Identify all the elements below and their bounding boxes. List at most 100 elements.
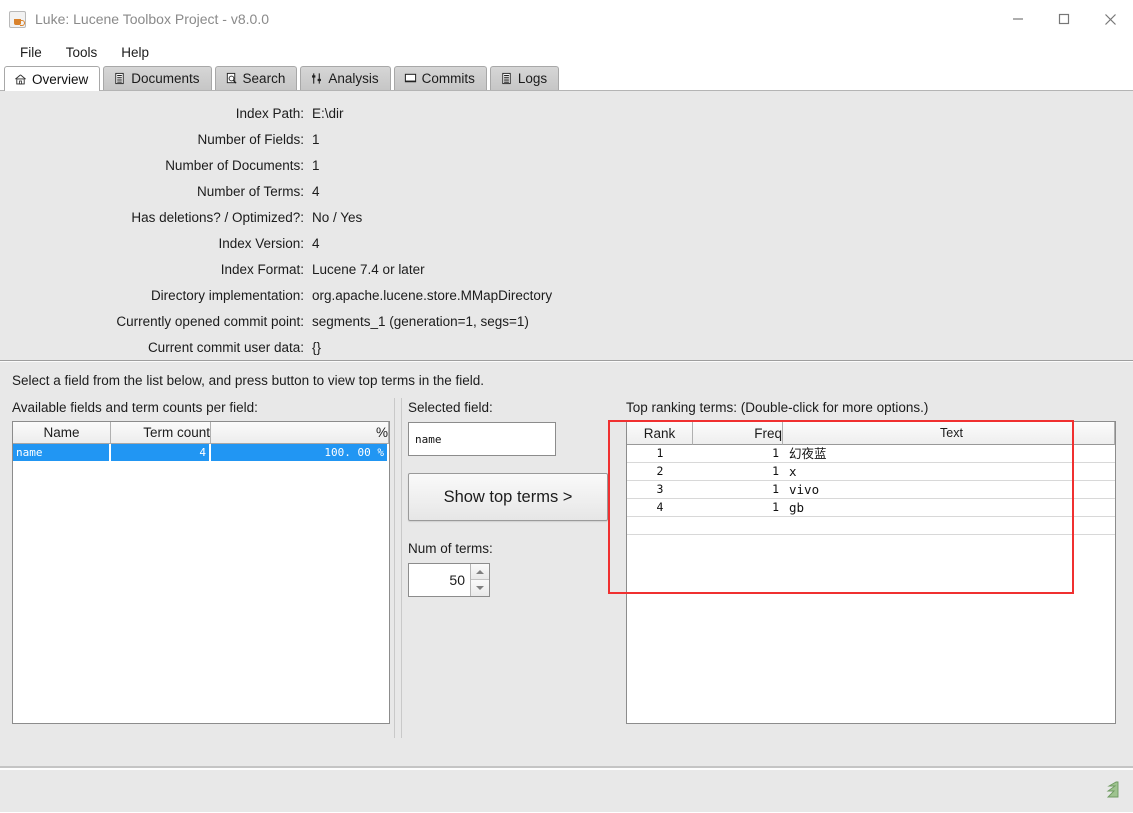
maximize-button[interactable] [1041, 0, 1087, 38]
info-row: Index Format: Lucene 7.4 or later [0, 256, 1133, 282]
cell-text: gb [789, 500, 805, 515]
table-row[interactable]: 4 1 gb [627, 499, 1115, 517]
caret-down-icon [476, 586, 484, 590]
stepper-buttons [470, 564, 489, 596]
window-controls [995, 0, 1133, 38]
top-terms-section: Top ranking terms: (Double-click for mor… [626, 400, 1116, 724]
close-button[interactable] [1087, 0, 1133, 38]
available-fields-section: Available fields and term counts per fie… [12, 400, 390, 724]
info-row: Currently opened commit point: segments_… [0, 308, 1133, 334]
cell-freq: 1 [772, 464, 779, 478]
tab-logs[interactable]: Logs [489, 66, 560, 90]
cell-freq: 1 [772, 482, 779, 496]
selected-field-input[interactable]: name [408, 422, 556, 456]
document-icon [115, 72, 124, 85]
terms-table-header: Rank Freq Text [627, 422, 1115, 445]
info-row: Number of Documents: 1 [0, 152, 1133, 178]
column-header-name[interactable]: Name [13, 422, 111, 444]
fields-table[interactable]: Name Term count % name 4 100. 00 % [12, 421, 390, 724]
selected-field-label: Selected field: [408, 400, 493, 415]
column-header-text[interactable]: Text [783, 422, 1115, 445]
cell-percent: 100. 00 % [211, 444, 389, 461]
cell-rank: 1 [656, 446, 664, 460]
num-of-terms-label: Num of terms: [408, 541, 493, 556]
home-icon [15, 74, 26, 84]
info-value: No / Yes [312, 209, 363, 225]
tab-documents[interactable]: Documents [103, 66, 212, 90]
info-value: 1 [312, 157, 320, 173]
tab-overview[interactable]: Overview [4, 66, 101, 91]
resize-grip-icon[interactable] [1105, 780, 1123, 800]
cell-text: 幻夜蓝 [789, 446, 827, 461]
title-bar: Luke: Lucene Toolbox Project - v8.0.0 [0, 0, 1133, 38]
info-value: Lucene 7.4 or later [312, 261, 425, 277]
cell-text: x [789, 464, 797, 479]
column-header-freq[interactable]: Freq [693, 422, 783, 445]
num-of-terms-value[interactable]: 50 [409, 564, 470, 596]
instruction-text: Select a field from the list below, and … [12, 373, 484, 388]
cell-freq: 1 [772, 500, 779, 514]
menu-help[interactable]: Help [111, 41, 159, 64]
stepper-down-button[interactable] [471, 580, 489, 596]
column-header-term-count[interactable]: Term count [111, 422, 211, 444]
info-label: Directory implementation: [150, 287, 304, 303]
info-label: Index Path: [235, 105, 304, 121]
info-row: Index Path: E:\dir [0, 100, 1133, 126]
table-row[interactable]: name 4 100. 00 % [13, 444, 389, 461]
tab-logs-label: Logs [517, 71, 548, 86]
info-row: Number of Fields: 1 [0, 126, 1133, 152]
search-doc-icon [226, 72, 237, 84]
info-label: Currently opened commit point: [116, 313, 304, 329]
terms-table[interactable]: Rank Freq Text 1 1 幻夜蓝 2 1 x 3 1 vivo 4 … [626, 421, 1116, 724]
num-of-terms-stepper[interactable]: 50 [408, 563, 490, 597]
tab-commits[interactable]: Commits [393, 66, 487, 90]
info-value: {} [312, 339, 322, 355]
tab-search[interactable]: Search [214, 66, 298, 90]
menu-file[interactable]: File [10, 41, 52, 64]
tab-overview-label: Overview [32, 71, 89, 87]
cell-field-name: name [13, 444, 111, 461]
menu-bar: File Tools Help [0, 38, 1133, 66]
table-row[interactable]: 3 1 vivo [627, 481, 1115, 499]
info-value: E:\dir [312, 105, 344, 121]
caret-up-icon [476, 569, 484, 574]
info-label: Number of Fields: [197, 131, 304, 147]
info-row: Number of Terms: 4 [0, 178, 1133, 204]
table-row[interactable]: 2 1 x [627, 463, 1115, 481]
java-app-icon [9, 10, 26, 28]
show-top-terms-button[interactable]: Show top terms > [408, 473, 608, 521]
info-value: org.apache.lucene.store.MMapDirectory [312, 287, 553, 303]
tab-analysis[interactable]: Analysis [300, 66, 391, 90]
vertical-splitter[interactable] [394, 398, 402, 738]
minimize-button[interactable] [995, 0, 1041, 38]
monitor-icon [404, 73, 416, 83]
info-value: segments_1 (generation=1, segs=1) [312, 313, 529, 329]
table-row[interactable]: 1 1 幻夜蓝 [627, 445, 1115, 463]
top-terms-label: Top ranking terms: (Double-click for mor… [626, 400, 929, 415]
logs-icon [502, 72, 511, 85]
column-header-percent[interactable]: % [211, 422, 389, 444]
fields-and-terms-panel: Select a field from the list below, and … [0, 361, 1133, 766]
info-label: Number of Terms: [196, 183, 304, 199]
table-row-empty [627, 517, 1115, 535]
tab-commits-label: Commits [421, 71, 475, 86]
selected-field-section: Selected field: name Show top terms > Nu… [408, 400, 608, 597]
tab-analysis-label: Analysis [328, 71, 379, 86]
info-label: Current commit user data: [147, 339, 304, 355]
tab-documents-label: Documents [131, 71, 200, 86]
info-row: Current commit user data: {} [0, 334, 1133, 360]
info-value: 4 [312, 183, 320, 199]
fields-table-header: Name Term count % [13, 422, 389, 444]
status-bar [0, 766, 1133, 812]
menu-tools[interactable]: Tools [56, 41, 108, 64]
stepper-up-button[interactable] [471, 564, 489, 580]
cell-rank: 3 [656, 482, 664, 496]
info-value: 1 [312, 131, 320, 147]
info-label: Index Format: [220, 261, 304, 277]
info-row: Directory implementation: org.apache.luc… [0, 282, 1133, 308]
info-value: 4 [312, 235, 320, 251]
tab-bar: Overview Documents Search Analysis Commi… [0, 66, 1133, 91]
info-row: Index Version: 4 [0, 230, 1133, 256]
column-header-rank[interactable]: Rank [627, 422, 693, 445]
cell-text: vivo [789, 482, 820, 497]
